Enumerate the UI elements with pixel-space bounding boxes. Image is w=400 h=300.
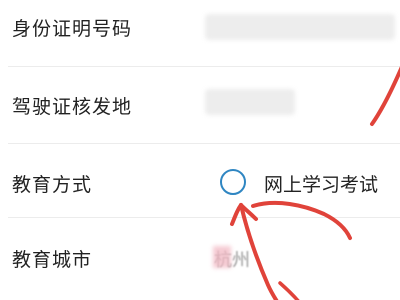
redaction-smudge <box>213 246 231 268</box>
license-issuer-value-redacted[interactable] <box>205 89 295 115</box>
license-issuer-row[interactable]: 驾驶证核发地 <box>0 67 400 143</box>
online-exam-option-label[interactable]: 网上学习考试 <box>264 170 378 197</box>
form-screen: 身份证明号码 驾驶证核发地 教育方式 网上学习考试 教育城市 杭州 <box>0 0 400 300</box>
education-method-label: 教育方式 <box>12 174 93 196</box>
id-number-label: 身份证明号码 <box>12 18 133 40</box>
license-issuer-label: 驾驶证核发地 <box>12 96 133 118</box>
education-city-row[interactable]: 教育城市 杭州 <box>0 218 400 294</box>
education-method-row[interactable]: 教育方式 网上学习考试 <box>0 144 400 220</box>
id-number-value-redacted[interactable] <box>205 14 395 40</box>
id-number-row[interactable]: 身份证明号码 <box>0 0 400 72</box>
education-city-label: 教育城市 <box>12 249 93 271</box>
radio-circle-icon[interactable] <box>220 169 246 195</box>
